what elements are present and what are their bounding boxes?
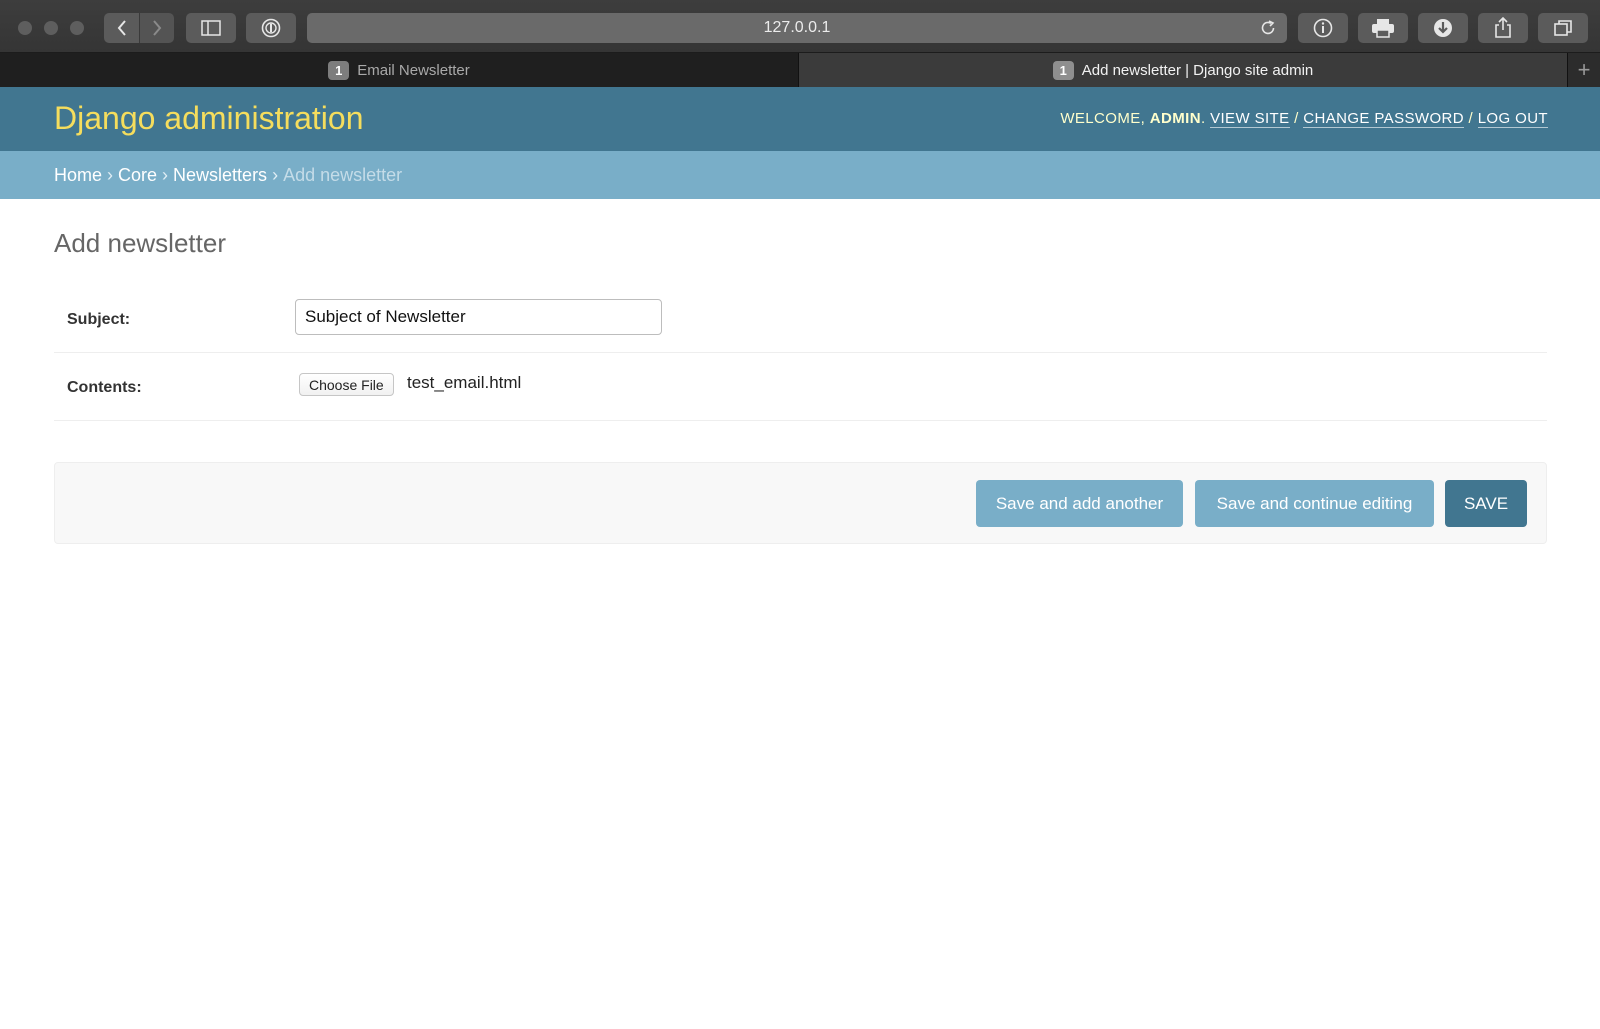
- log-out-link[interactable]: LOG OUT: [1477, 110, 1548, 128]
- minimize-window-button[interactable]: [44, 21, 58, 35]
- subject-row: Subject:: [54, 280, 1547, 353]
- page-title: Add newsletter: [54, 228, 226, 258]
- print-button[interactable]: [1358, 13, 1408, 43]
- username: ADMIN: [1149, 110, 1201, 127]
- sidebar-icon: [201, 20, 221, 36]
- tabs-overview-icon: [1554, 20, 1572, 36]
- contents-label: Contents:: [67, 379, 142, 396]
- admin-header: Django administration WELCOME, ADMIN. VI…: [0, 87, 1600, 151]
- breadcrumb-separator: ›: [162, 164, 169, 185]
- tab-title: Add newsletter | Django site admin: [1081, 61, 1314, 79]
- welcome-dot: .: [1200, 110, 1211, 127]
- close-window-button[interactable]: [18, 21, 32, 35]
- save-button[interactable]: SAVE: [1445, 480, 1527, 527]
- chevron-right-icon: [153, 20, 162, 36]
- share-icon: [1495, 17, 1511, 38]
- password-manager-button[interactable]: [246, 13, 296, 43]
- address-bar[interactable]: 127.0.0.1: [307, 13, 1287, 43]
- choose-file-button[interactable]: Choose File: [299, 373, 394, 396]
- downloads-button[interactable]: [1418, 13, 1468, 43]
- change-password-link[interactable]: CHANGE PASSWORD: [1303, 110, 1464, 128]
- browser-toolbar: 127.0.0.1: [0, 0, 1600, 53]
- tab-bar: 1 Email Newsletter 1 Add newsletter | Dj…: [0, 53, 1600, 87]
- breadcrumb-home[interactable]: Home: [54, 165, 102, 186]
- subject-input[interactable]: [295, 299, 662, 335]
- forward-button[interactable]: [139, 13, 174, 43]
- tab-add-newsletter[interactable]: 1 Add newsletter | Django site admin: [799, 53, 1567, 87]
- save-and-continue-button[interactable]: Save and continue editing: [1195, 480, 1434, 527]
- breadcrumb: Home › Core › Newsletters › Add newslett…: [0, 151, 1600, 199]
- sidebar-button[interactable]: [186, 13, 236, 43]
- breadcrumb-core[interactable]: Core: [118, 165, 157, 186]
- tab-badge: 1: [328, 60, 350, 80]
- chevron-left-icon: [117, 20, 126, 36]
- tab-badge: 1: [1052, 60, 1074, 80]
- contents-row: Contents: Choose File test_email.html: [54, 353, 1547, 421]
- separator: /: [1463, 110, 1478, 127]
- url-text: 127.0.0.1: [763, 19, 831, 36]
- tab-overview-button[interactable]: [1538, 13, 1588, 43]
- view-site-link[interactable]: VIEW SITE: [1210, 110, 1290, 128]
- printer-icon: [1372, 19, 1394, 38]
- selected-file-name: test_email.html: [407, 373, 522, 392]
- welcome-text: WELCOME,: [1060, 110, 1150, 127]
- tab-title: Email Newsletter: [357, 61, 470, 79]
- reload-icon[interactable]: [1259, 19, 1277, 42]
- breadcrumb-newsletters[interactable]: Newsletters: [173, 165, 267, 186]
- back-button[interactable]: [104, 13, 139, 43]
- breadcrumb-current: Add newsletter: [283, 164, 403, 185]
- new-tab-button[interactable]: +: [1567, 53, 1600, 87]
- save-and-add-another-button[interactable]: Save and add another: [976, 480, 1183, 527]
- breadcrumb-separator: ›: [107, 164, 114, 185]
- site-name-link[interactable]: Django administration: [54, 100, 364, 137]
- navigation-buttons: [104, 13, 174, 43]
- submit-row: Save and add another Save and continue e…: [54, 462, 1547, 544]
- zoom-window-button[interactable]: [70, 21, 84, 35]
- separator: /: [1289, 110, 1304, 127]
- download-icon: [1434, 19, 1452, 37]
- plus-icon: +: [1577, 57, 1591, 82]
- info-icon: [1313, 18, 1333, 38]
- subject-label: Subject:: [67, 311, 131, 328]
- breadcrumb-separator: ›: [272, 164, 279, 185]
- info-button[interactable]: [1298, 13, 1348, 43]
- password-manager-icon: [261, 18, 281, 38]
- tab-email-newsletter[interactable]: 1 Email Newsletter: [0, 53, 799, 87]
- user-tools: WELCOME, ADMIN. VIEW SITE / CHANGE PASSW…: [1060, 110, 1548, 128]
- share-button[interactable]: [1478, 13, 1528, 43]
